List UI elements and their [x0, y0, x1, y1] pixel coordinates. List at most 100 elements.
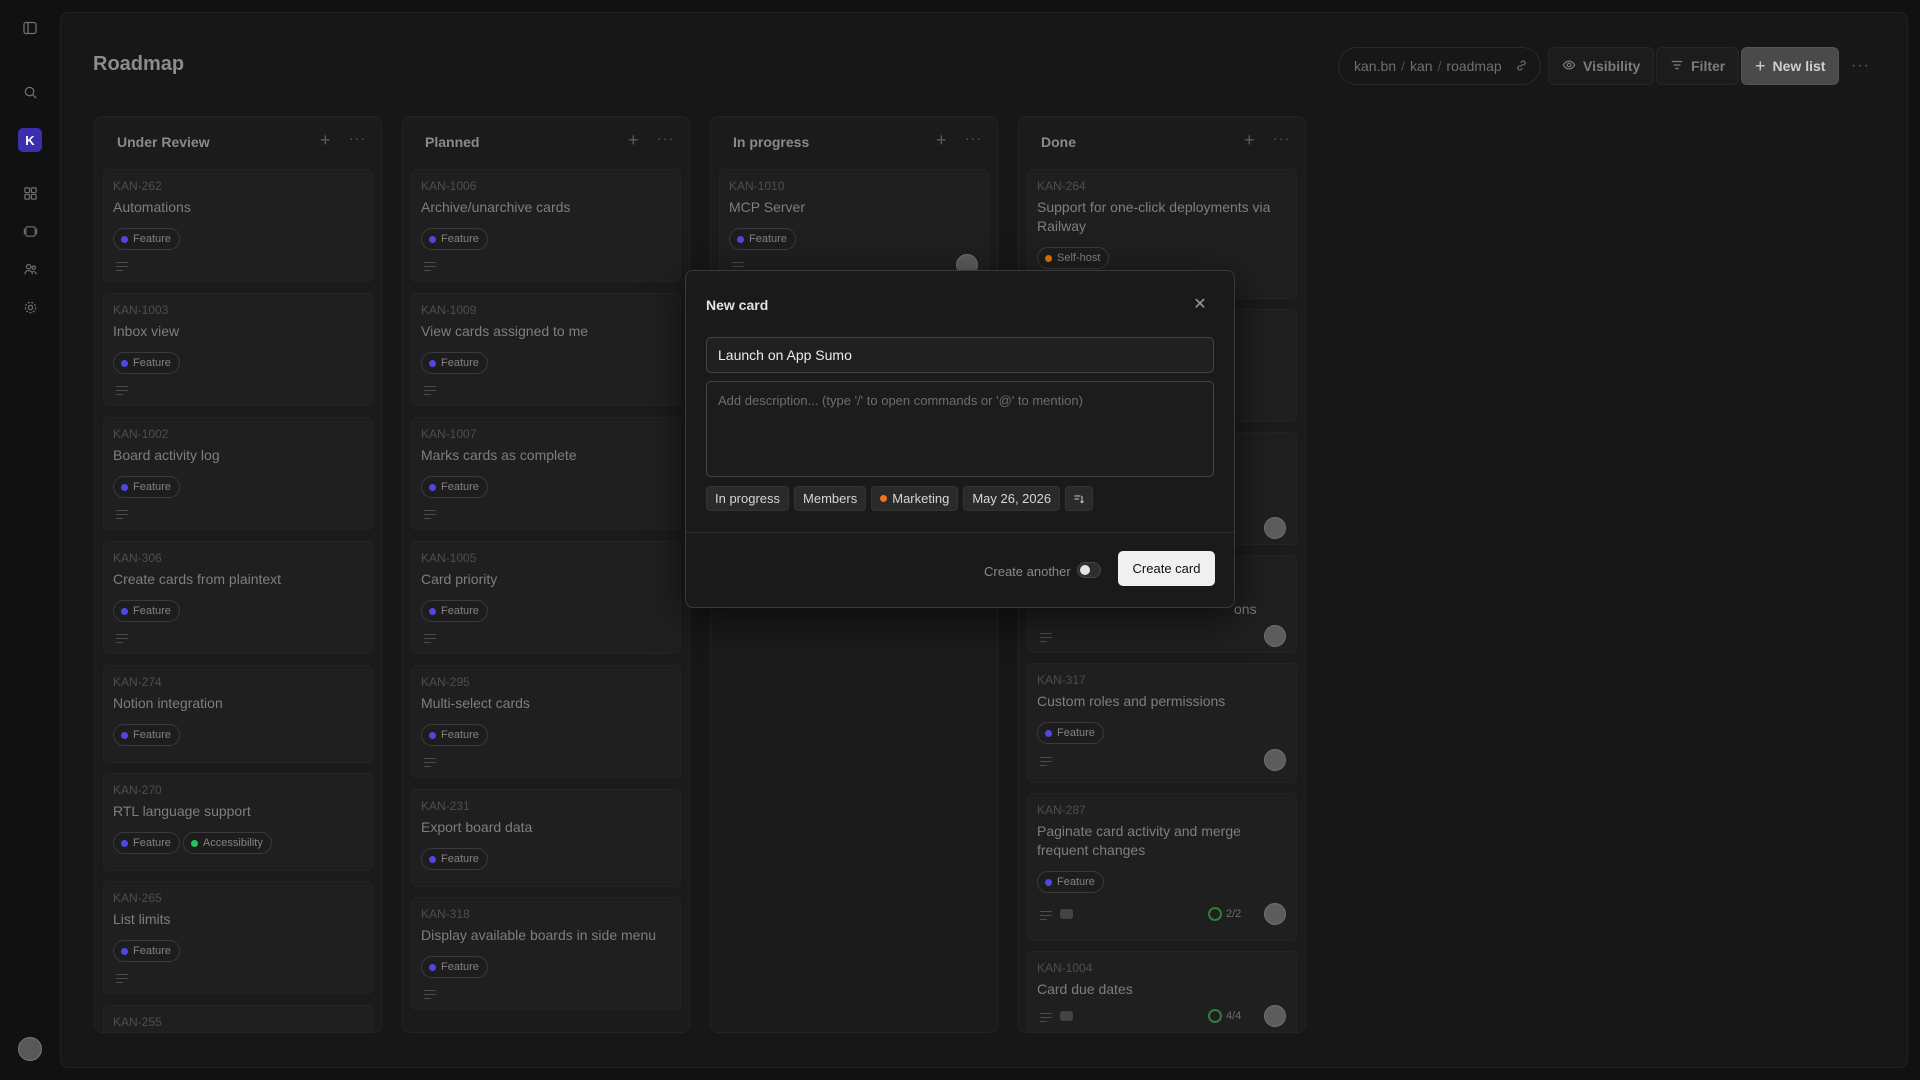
card[interactable]: KAN-231 Export board data Feature	[411, 789, 681, 887]
add-card-icon[interactable]: +	[936, 130, 947, 151]
description-icon	[424, 990, 436, 999]
card-id: KAN-270	[113, 783, 162, 797]
card[interactable]: KAN-295 Multi-select cards Feature	[411, 665, 681, 778]
list-header: Under Review + ···	[95, 117, 381, 165]
card-label: Feature	[113, 352, 180, 374]
description-icon	[116, 386, 128, 395]
filter-label: Filter	[1691, 58, 1726, 74]
card-label: Feature	[113, 940, 180, 962]
toggle-sidebar-icon[interactable]	[18, 16, 42, 40]
card[interactable]: KAN-318 Display available boards in side…	[411, 897, 681, 1010]
card-id: KAN-1007	[421, 427, 477, 441]
list-column: Planned + ··· KAN-1006 Archive/unarchive…	[402, 116, 690, 1033]
list-header: Done + ···	[1019, 117, 1305, 165]
due-date-selector[interactable]: May 26, 2026	[963, 486, 1061, 511]
boards-icon[interactable]	[18, 181, 42, 205]
list-column: Under Review + ··· KAN-262 Automations F…	[94, 116, 382, 1033]
card[interactable]: KAN-1006 Archive/unarchive cards Feature	[411, 169, 681, 282]
card-label: Self-host	[1037, 247, 1110, 269]
add-card-icon[interactable]: +	[628, 130, 639, 151]
card-id: KAN-1010	[729, 179, 785, 193]
description-icon	[1040, 1013, 1052, 1022]
create-another-toggle[interactable]	[1077, 562, 1101, 578]
search-icon[interactable]	[18, 80, 42, 104]
card-title: ons	[1234, 601, 1257, 617]
card[interactable]: KAN-1002 Board activity log Feature	[103, 417, 373, 530]
card[interactable]: KAN-287 Paginate card activity and merge…	[1027, 793, 1297, 941]
card[interactable]: KAN-265 List limits Feature	[103, 881, 373, 994]
sort-position-icon[interactable]	[1065, 486, 1094, 511]
card-title: Marks cards as complete	[421, 447, 577, 463]
breadcrumb-part: roadmap	[1446, 58, 1502, 74]
card[interactable]: KAN-262 Automations Feature	[103, 169, 373, 282]
list-more-icon[interactable]: ···	[657, 130, 674, 146]
card[interactable]: KAN-255	[103, 1005, 373, 1032]
list-selector[interactable]: In progress	[706, 486, 790, 511]
card-title: Paginate card activity and merge frequen…	[1037, 823, 1241, 858]
card-label: Feature	[421, 848, 488, 870]
card[interactable]: KAN-1005 Card priority Feature	[411, 541, 681, 654]
list-more-icon[interactable]: ···	[349, 130, 366, 146]
card-label: Feature	[421, 228, 488, 250]
list-header: In progress + ···	[711, 117, 997, 165]
card[interactable]: KAN-1004 Card due dates 4/4	[1027, 951, 1297, 1032]
user-avatar[interactable]	[18, 1037, 42, 1061]
member-avatar	[1264, 903, 1286, 925]
description-icon	[116, 974, 128, 983]
link-icon[interactable]	[1515, 59, 1528, 75]
card[interactable]: KAN-1009 View cards assigned to me Featu…	[411, 293, 681, 406]
add-card-icon[interactable]: +	[1244, 130, 1255, 151]
card-label: Feature	[729, 228, 796, 250]
card-options: In progress Members Marketing May 26, 20…	[706, 486, 1094, 511]
card-title: Multi-select cards	[421, 695, 530, 711]
add-card-icon[interactable]: +	[320, 130, 331, 151]
description-icon	[1040, 757, 1052, 766]
card[interactable]: KAN-1007 Marks cards as complete Feature	[411, 417, 681, 530]
card[interactable]: KAN-270 RTL language support Feature Acc…	[103, 773, 373, 871]
visibility-button[interactable]: Visibility	[1548, 47, 1655, 85]
card[interactable]: KAN-1010 MCP Server Feature	[719, 169, 989, 282]
card-title: Inbox view	[113, 323, 180, 339]
templates-icon[interactable]	[18, 219, 42, 243]
board-more-options-icon[interactable]: ···	[1851, 57, 1870, 75]
list-title: In progress	[733, 134, 810, 150]
member-avatar	[1264, 625, 1286, 647]
checklist-progress: 4/4	[1208, 1006, 1241, 1026]
card-title: Display available boards in side menu	[421, 927, 657, 943]
filter-button[interactable]: Filter	[1656, 47, 1740, 85]
card-title-input[interactable]: Launch on App Sumo	[706, 337, 1214, 373]
description-icon	[424, 510, 436, 519]
card-title: MCP Server	[729, 199, 805, 215]
list-title: Planned	[425, 134, 480, 150]
card[interactable]: KAN-317 Custom roles and permissions Fea…	[1027, 663, 1297, 783]
description-icon	[116, 262, 128, 271]
comment-icon	[1060, 909, 1073, 919]
board-url-breadcrumb[interactable]: kan.bn / kan / roadmap	[1338, 47, 1541, 85]
label-selector[interactable]: Marketing	[871, 486, 959, 511]
card[interactable]: KAN-1003 Inbox view Feature	[103, 293, 373, 406]
card-id: KAN-255	[113, 1015, 162, 1029]
close-icon[interactable]: ✕	[1190, 294, 1210, 314]
create-card-button[interactable]: Create card	[1118, 551, 1215, 586]
visibility-label: Visibility	[1583, 58, 1641, 74]
card-description-input[interactable]: Add description... (type '/' to open com…	[706, 381, 1214, 477]
card-title: RTL language support	[113, 803, 251, 819]
new-list-button[interactable]: + New list	[1741, 47, 1840, 85]
card-title: Support for one-click deployments via Ra…	[1037, 199, 1271, 234]
breadcrumb-part: kan.bn	[1354, 58, 1397, 74]
label-color-dot	[880, 495, 888, 502]
settings-gear-icon[interactable]	[18, 295, 42, 319]
plus-icon: +	[1755, 55, 1766, 76]
card[interactable]: KAN-274 Notion integration Feature	[103, 665, 373, 763]
card-title: Automations	[113, 199, 191, 215]
card-id: KAN-1004	[1037, 961, 1093, 975]
card-label: Feature	[113, 724, 180, 746]
card-id: KAN-264	[1037, 179, 1086, 193]
list-more-icon[interactable]: ···	[1273, 130, 1290, 146]
members-selector[interactable]: Members	[794, 486, 867, 511]
workspace-avatar[interactable]: K	[18, 128, 42, 152]
card[interactable]: KAN-306 Create cards from plaintext Feat…	[103, 541, 373, 654]
members-icon[interactable]	[18, 257, 42, 281]
list-more-icon[interactable]: ···	[965, 130, 982, 146]
card-label: Feature	[113, 832, 180, 854]
